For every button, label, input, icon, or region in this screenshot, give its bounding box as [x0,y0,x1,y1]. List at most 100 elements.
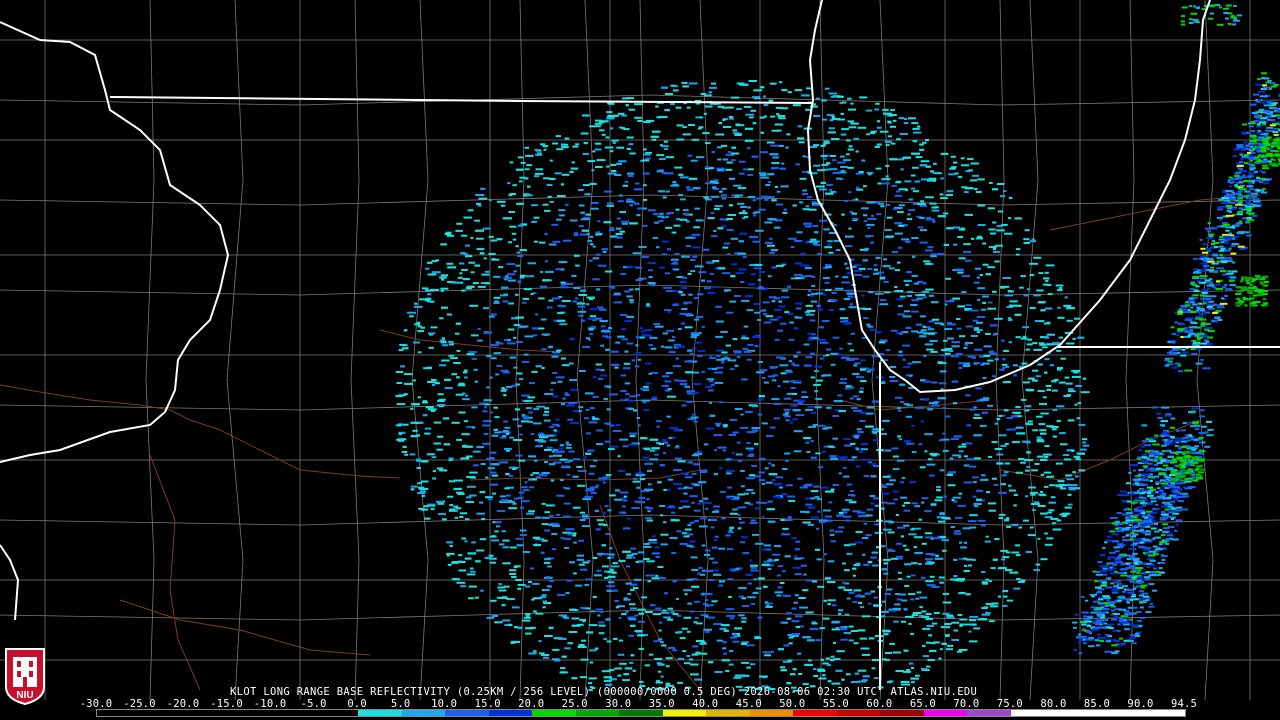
reflectivity-pixel [842,276,849,279]
reflectivity-pixel [1032,429,1039,432]
reflectivity-pixel [664,148,668,151]
reflectivity-pixel [600,369,605,372]
reflectivity-pixel [758,208,766,211]
reflectivity-pixel [748,449,753,452]
reflectivity-pixel [852,601,858,604]
reflectivity-pixel [715,335,723,338]
reflectivity-pixel [734,408,743,410]
reflectivity-pixel [771,479,776,481]
reflectivity-pixel [994,538,1000,540]
reflectivity-pixel [768,99,774,102]
reflectivity-pixel [467,209,474,212]
reflectivity-pixel [740,470,745,472]
reflectivity-pixel [825,406,832,409]
reflectivity-pixel [533,175,540,178]
reflectivity-pixel [623,362,631,365]
reflectivity-pixel [758,172,767,175]
reflectivity-pixel [927,328,935,331]
reflectivity-pixel [811,580,817,583]
reflectivity-pixel [1006,525,1012,528]
reflectivity-pixel [645,157,651,160]
reflectivity-pixel [836,95,844,98]
reflectivity-pixel [441,337,445,340]
reflectivity-pixel [594,148,602,151]
reflectivity-pixel [650,135,659,138]
reflectivity-pixel [564,137,570,140]
reflectivity-pixel [742,347,748,350]
reflectivity-pixel [496,200,506,203]
reflectivity-pixel [400,365,405,368]
reflectivity-pixel [889,366,897,368]
reflectivity-pixel [918,443,923,446]
reflectivity-pixel [580,319,585,322]
reflectivity-pixel [573,234,579,237]
reflectivity-pixel [673,224,681,227]
reflectivity-pixel [608,581,615,584]
reflectivity-pixel [915,156,923,159]
reflectivity-pixel [584,583,590,586]
reflectivity-pixel [820,155,828,158]
reflectivity-pixel [655,574,659,577]
reflectivity-pixel [874,145,880,148]
reflectivity-pixel [965,394,971,397]
reflectivity-pixel [846,597,851,600]
reflectivity-pixel [621,505,626,508]
reflectivity-pixel [557,380,563,383]
reflectivity-pixel [887,135,892,138]
reflectivity-pixel [586,233,590,236]
reflectivity-pixel [859,387,864,390]
reflectivity-pixel [718,547,725,550]
reflectivity-pixel [533,408,540,411]
reflectivity-pixel [840,166,848,168]
reflectivity-pixel [435,382,441,385]
reflectivity-pixel [560,536,564,539]
reflectivity-pixel [611,571,617,574]
reflectivity-pixel [637,551,645,554]
reflectivity-pixel [504,426,511,429]
reflectivity-pixel [682,505,691,508]
reflectivity-pixel [519,325,529,328]
reflectivity-pixel [647,281,654,284]
reflectivity-pixel [460,585,467,588]
reflectivity-pixel [680,322,685,325]
reflectivity-pixel [689,495,698,498]
reflectivity-pixel [738,614,745,617]
reflectivity-pixel [813,244,821,246]
reflectivity-pixel [513,270,517,273]
reflectivity-pixel [635,344,639,347]
reflectivity-pixel [566,579,573,582]
reflectivity-pixel [908,533,917,536]
reflectivity-pixel [1024,458,1028,461]
reflectivity-pixel [599,611,604,613]
reflectivity-pixel [677,657,685,660]
reflectivity-pixel [765,315,774,318]
reflectivity-pixel [561,465,570,468]
reflectivity-pixel [822,118,828,121]
reflectivity-pixel [513,566,518,568]
reflectivity-pixel [940,626,946,629]
reflectivity-pixel [934,557,944,560]
reflectivity-pixel [920,200,925,203]
reflectivity-pixel [752,405,759,408]
reflectivity-pixel [927,458,933,461]
reflectivity-pixel [603,553,609,556]
reflectivity-pixel [616,217,621,220]
reflectivity-pixel [652,236,658,239]
reflectivity-pixel [769,318,779,321]
reflectivity-pixel [717,158,722,161]
reflectivity-pixel [607,448,615,451]
reflectivity-pixel [797,137,805,140]
reflectivity-pixel [868,368,875,371]
reflectivity-pixel [416,321,421,324]
reflectivity-pixel [688,658,693,661]
reflectivity-pixel [787,91,792,94]
reflectivity-pixel [1030,491,1038,494]
reflectivity-pixel [855,448,860,451]
reflectivity-pixel [807,338,813,341]
reflectivity-pixel [905,415,913,418]
reflectivity-pixel [873,596,879,599]
reflectivity-pixel [906,218,913,221]
reflectivity-pixel [502,619,511,622]
reflectivity-pixel [799,201,804,204]
reflectivity-pixel [696,156,705,159]
